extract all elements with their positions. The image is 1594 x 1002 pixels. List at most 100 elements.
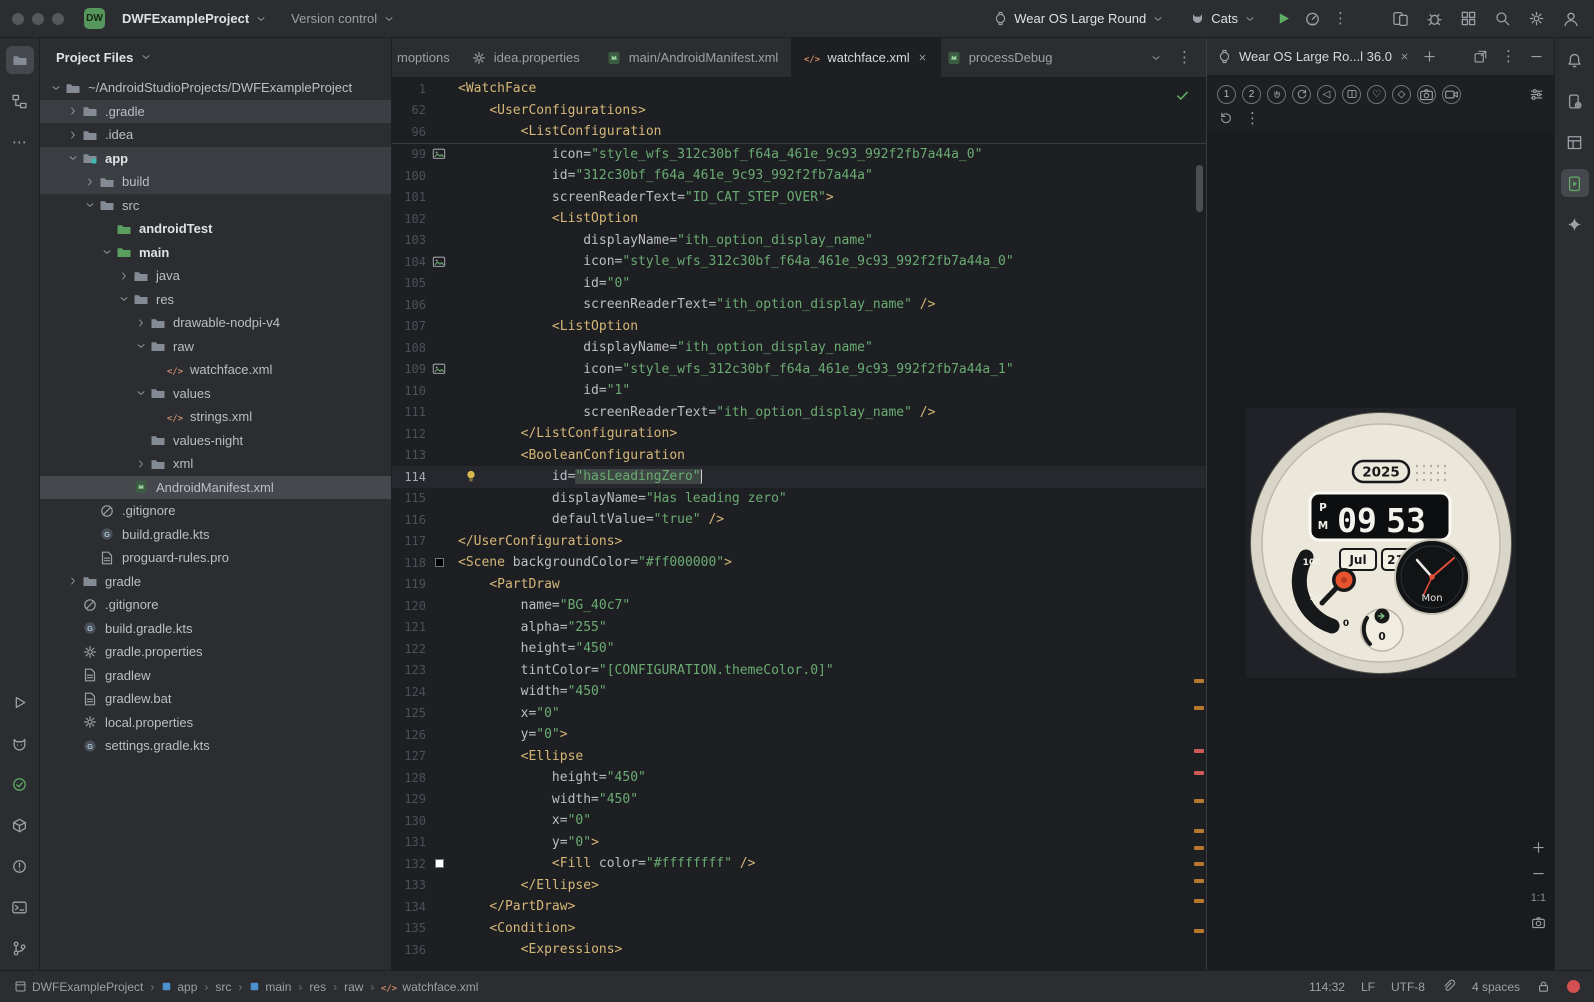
stripe-mark[interactable] [1194,706,1204,710]
screenshot-button[interactable] [1531,915,1546,930]
chevron-down-icon[interactable] [82,199,98,211]
tool-version-control-icon[interactable] [6,934,34,962]
tree-item-gradlew-bat[interactable]: gradlew.bat [40,687,391,711]
code-line[interactable]: 113 <BooleanConfiguration [392,445,1206,467]
caret-position[interactable]: 114:32 [1309,980,1345,994]
chevron-down-icon[interactable] [48,82,64,94]
tree-item-build-gradle-kts[interactable]: Gbuild.gradle.kts [40,617,391,641]
line-ending[interactable]: LF [1361,980,1375,994]
chevron-right-icon[interactable] [82,176,98,188]
breadcrumb-dwfexampleproject[interactable]: DWFExampleProject [14,980,143,994]
color-swatch[interactable] [434,558,444,568]
breadcrumb-watchface-xml[interactable]: </> watchface.xml [381,979,478,995]
search-icon[interactable] [1494,10,1511,27]
stripe-mark[interactable] [1194,929,1204,933]
stripe-mark[interactable] [1194,749,1204,753]
tool-problems-icon[interactable] [6,852,34,880]
chevron-right-icon[interactable] [65,129,81,141]
code-line[interactable]: 103 displayName="ith_option_display_name… [392,230,1206,252]
tree-item-gitignore[interactable]: .gitignore [40,499,391,523]
code-line[interactable]: 116 defaultValue="true" /> [392,509,1206,531]
code-line[interactable]: 135 <Condition> [392,918,1206,940]
profiler-icon[interactable] [1304,10,1321,27]
tree-item-build[interactable]: build [40,170,391,194]
tree-item-gitignore[interactable]: .gitignore [40,593,391,617]
code-line[interactable]: 121 alpha="255" [392,617,1206,639]
tree-item-main[interactable]: main [40,241,391,265]
tree-item-java[interactable]: java [40,264,391,288]
code-line[interactable]: 99 icon="style_wfs_312c30bf_f64a_461e_9c… [392,144,1206,166]
emulator-more-icon[interactable]: ⋮ [1245,111,1260,126]
stripe-mark[interactable] [1194,679,1204,683]
reset-icon[interactable] [1219,111,1233,125]
chevron-right-icon[interactable] [65,105,81,117]
zoom-in-button[interactable] [1531,840,1546,855]
code-line[interactable]: 109 icon="style_wfs_312c30bf_f64a_461e_9… [392,359,1206,381]
code-line[interactable]: 100 id="312c30bf_f64a_461e_9c93_992f2fb7… [392,165,1206,187]
error-indicator[interactable] [1567,980,1580,993]
code-line[interactable]: 119 <PartDraw [392,574,1206,596]
tree-item-drawable-nodpi-v4[interactable]: drawable-nodpi-v4 [40,311,391,335]
breadcrumb-res[interactable]: res [309,980,326,994]
code-line[interactable]: 111 screenReaderText="ith_option_display… [392,402,1206,424]
open-in-window-icon[interactable] [1473,49,1488,64]
code-line[interactable]: 106 screenReaderText="ith_option_display… [392,294,1206,316]
tool-app-quality-icon[interactable] [6,770,34,798]
tree-item-gradle-properties[interactable]: gradle.properties [40,640,391,664]
code-line[interactable]: 128 height="450" [392,767,1206,789]
tab-main-androidmanifest-xml[interactable]: main/AndroidManifest.xml [593,38,792,77]
code-line[interactable]: 62 <UserConfigurations> [392,100,1206,122]
tool-run-icon[interactable] [6,688,34,716]
hidden-tabs-icon[interactable] [1150,52,1162,64]
code-line[interactable]: 104 icon="style_wfs_312c30bf_f64a_461e_9… [392,251,1206,273]
stripe-mark[interactable] [1194,799,1204,803]
more-actions-icon[interactable]: ⋮ [1333,11,1348,26]
lock-icon[interactable] [1536,979,1551,994]
gemini-icon[interactable] [1561,210,1589,238]
watch-face-preview[interactable]: 2025 P M 09 53 Jul 21 Mon 100 50 0 0 [1246,408,1516,678]
device-manager-icon[interactable] [1561,87,1589,115]
device-streaming-icon[interactable] [1392,10,1409,27]
button2-icon[interactable]: 2 [1242,84,1261,104]
button1-icon[interactable]: 1 [1217,84,1236,104]
tree-item-gradle[interactable]: gradle [40,570,391,594]
code-line[interactable]: 136 <Expressions> [392,939,1206,961]
tab-moptions[interactable]: moptions [392,38,458,77]
chevron-down-icon[interactable] [116,293,132,305]
code-line[interactable]: 115 displayName="Has leading zero" [392,488,1206,510]
project-selector[interactable]: DWFExampleProject [115,7,274,30]
split-screen-icon[interactable] [1342,84,1361,104]
close-window-button[interactable] [12,12,24,25]
code-line[interactable]: 133 </Ellipse> [392,875,1206,897]
color-swatch[interactable] [434,859,444,869]
palm-icon[interactable] [1267,84,1286,104]
stripe-mark[interactable] [1194,846,1204,850]
minimize-window-button[interactable] [32,12,44,25]
tree-item-watchface-xml[interactable]: </> watchface.xml [40,358,391,382]
tool-structure-icon[interactable] [6,87,34,115]
breadcrumb-main[interactable]: main [249,980,291,994]
panel-more-icon[interactable]: ⋮ [1501,49,1516,64]
code-line[interactable]: 102 <ListOption [392,208,1206,230]
tool-terminal-icon[interactable] [6,893,34,921]
chevron-down-icon[interactable] [133,340,149,352]
tree-item-settings-gradle-kts[interactable]: Gsettings.gradle.kts [40,734,391,758]
tool-logcat-icon[interactable] [6,729,34,757]
video-icon[interactable] [1442,84,1461,104]
project-panel-header[interactable]: Project Files [40,38,391,76]
tool-project-icon[interactable] [5,46,34,74]
tree-item-res[interactable]: res [40,288,391,312]
stripe-mark[interactable] [1194,899,1204,903]
vcs-selector[interactable]: Version control [284,7,402,30]
add-device-button[interactable] [1422,49,1437,64]
code-line[interactable]: 1 <WatchFace [392,78,1206,100]
close-device-tab-icon[interactable] [1399,51,1410,62]
tree-item-build-gradle-kts[interactable]: Gbuild.gradle.kts [40,523,391,547]
code-line[interactable]: 132 <Fill color="#ffffffff" /> [392,853,1206,875]
code-line[interactable]: 112 </ListConfiguration> [392,423,1206,445]
breadcrumb-src[interactable]: src [215,980,231,994]
encoding[interactable]: UTF-8 [1391,980,1425,994]
intention-bulb-icon[interactable] [464,469,478,487]
running-devices-icon[interactable] [1560,169,1589,197]
tree-item-idea[interactable]: .idea [40,123,391,147]
